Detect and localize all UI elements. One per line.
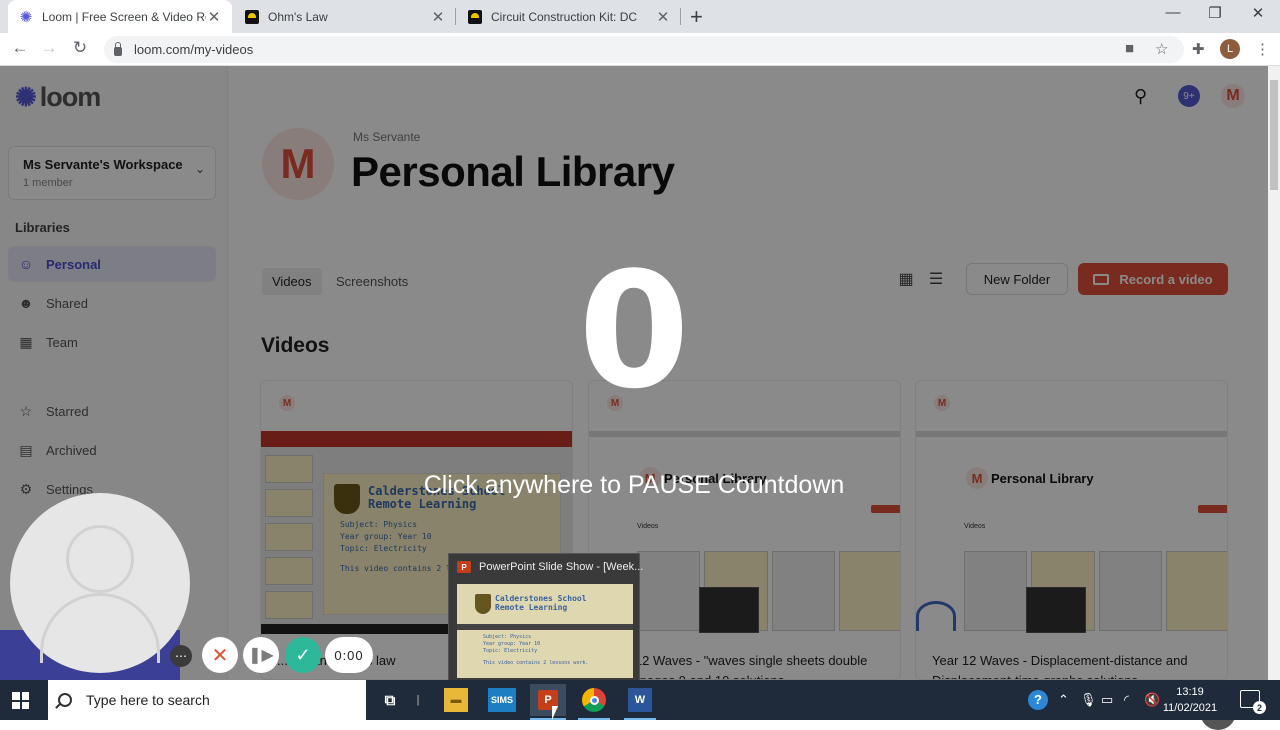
school-crest-icon: [475, 594, 491, 614]
close-icon[interactable]: ✕: [430, 8, 446, 26]
reload-button[interactable]: ↻: [69, 38, 91, 58]
tab-circuit-kit[interactable]: Circuit Construction Kit: DC ✕: [457, 0, 681, 33]
chrome-icon[interactable]: [582, 688, 606, 712]
microphone-icon[interactable]: 🎙: [1080, 692, 1097, 708]
mouse-cursor-icon: [552, 706, 558, 720]
camera-icon[interactable]: ■: [1125, 40, 1134, 57]
finish-recording-button[interactable]: ✓: [285, 637, 321, 673]
search-placeholder: Type here to search: [86, 692, 210, 708]
cancel-recording-button[interactable]: ✕: [202, 637, 238, 673]
clock-date: 11/02/2021: [1162, 702, 1218, 714]
file-explorer-icon[interactable]: ▬: [444, 688, 468, 712]
taskbar-window-preview[interactable]: P PowerPoint Slide Show - [Week... Calde…: [448, 553, 644, 681]
action-center-icon[interactable]: 2: [1240, 690, 1266, 714]
preview-title: PowerPoint Slide Show - [Week...: [479, 561, 644, 573]
notification-count: 2: [1253, 701, 1266, 714]
phet-icon: [244, 9, 260, 25]
windows-taskbar: Type here to search ⧉ | ▬ SIMS P W ? ⌃ 🎙…: [0, 680, 1280, 720]
powerpoint-taskbar-button[interactable]: P: [530, 684, 566, 716]
tab-title: Ohm's Law: [268, 9, 328, 24]
task-view-icon[interactable]: ⧉: [378, 688, 402, 712]
tab-ohms-law[interactable]: Ohm's Law ✕: [234, 0, 456, 33]
windows-start-icon[interactable]: [12, 692, 29, 709]
page-scrollbar[interactable]: [1268, 66, 1280, 680]
pause-countdown-text[interactable]: Click anywhere to PAUSE Countdown: [0, 471, 1268, 500]
slide-year: Year group: Year 10: [483, 641, 541, 647]
window-close-button[interactable]: ✕: [1243, 4, 1273, 22]
powerpoint-icon: P: [457, 561, 471, 573]
tab-loom[interactable]: ✺ Loom | Free Screen & Video Rec ✕: [8, 0, 232, 33]
taskbar-search[interactable]: Type here to search: [48, 680, 366, 720]
tab-title: Circuit Construction Kit: DC: [491, 9, 638, 24]
minimize-button[interactable]: —: [1158, 4, 1188, 21]
countdown-number: 0: [578, 237, 690, 424]
more-options-button[interactable]: ⋯: [170, 645, 192, 667]
url-text: loom.com/my-videos: [134, 42, 254, 57]
search-icon: [58, 693, 72, 707]
new-tab-button[interactable]: +: [690, 4, 703, 30]
help-tray-icon[interactable]: ?: [1028, 690, 1048, 710]
loom-icon: ✺: [19, 8, 33, 26]
preview-image: Calderstones School Remote Learning Subje…: [457, 584, 633, 678]
profile-avatar[interactable]: L: [1220, 39, 1240, 59]
close-icon[interactable]: ✕: [655, 8, 671, 26]
system-clock[interactable]: 13:19 11/02/2021: [1160, 684, 1220, 716]
word-icon[interactable]: W: [628, 688, 652, 712]
user-placeholder-icon: [66, 525, 134, 593]
browser-tab-strip: ✺ Loom | Free Screen & Video Rec ✕ Ohm's…: [0, 0, 1280, 33]
clock-time: 13:19: [1176, 686, 1204, 698]
maximize-button[interactable]: ❐: [1200, 4, 1230, 22]
back-button[interactable]: ←: [9, 38, 31, 58]
battery-icon[interactable]: ▭: [1101, 692, 1113, 708]
speaker-muted-icon[interactable]: 🔇: [1144, 692, 1160, 708]
slide-school: Calderstones School: [495, 594, 587, 603]
bookmark-star-icon[interactable]: ☆: [1155, 40, 1168, 58]
camera-bubble[interactable]: [10, 493, 190, 673]
slide-subject: Subject: Physics: [483, 634, 532, 640]
lock-icon: [114, 42, 122, 56]
phet-icon: [467, 9, 483, 25]
recording-timer: 0:00: [325, 637, 373, 673]
tab-title: Loom | Free Screen & Video Rec: [42, 9, 206, 24]
wifi-icon[interactable]: ◜: [1124, 692, 1129, 708]
sims-icon[interactable]: SIMS: [488, 688, 516, 712]
address-bar-row: ← → ↻ loom.com/my-videos ■ ☆ ✚ ⋮: [0, 33, 1280, 66]
chevron-up-icon[interactable]: ⌃: [1058, 692, 1069, 708]
url-field[interactable]: loom.com/my-videos: [104, 36, 1184, 63]
slide-topic: Topic: Electricity: [483, 648, 538, 654]
forward-button[interactable]: →: [38, 38, 60, 58]
slide-note: This video contains 2 lessons work.: [483, 660, 589, 666]
extensions-icon[interactable]: ✚: [1192, 40, 1205, 58]
pause-recording-button[interactable]: ❚▶: [243, 637, 279, 673]
close-icon[interactable]: ✕: [206, 8, 222, 26]
menu-icon[interactable]: ⋮: [1255, 40, 1270, 58]
slide-remote: Remote Learning: [495, 603, 568, 612]
